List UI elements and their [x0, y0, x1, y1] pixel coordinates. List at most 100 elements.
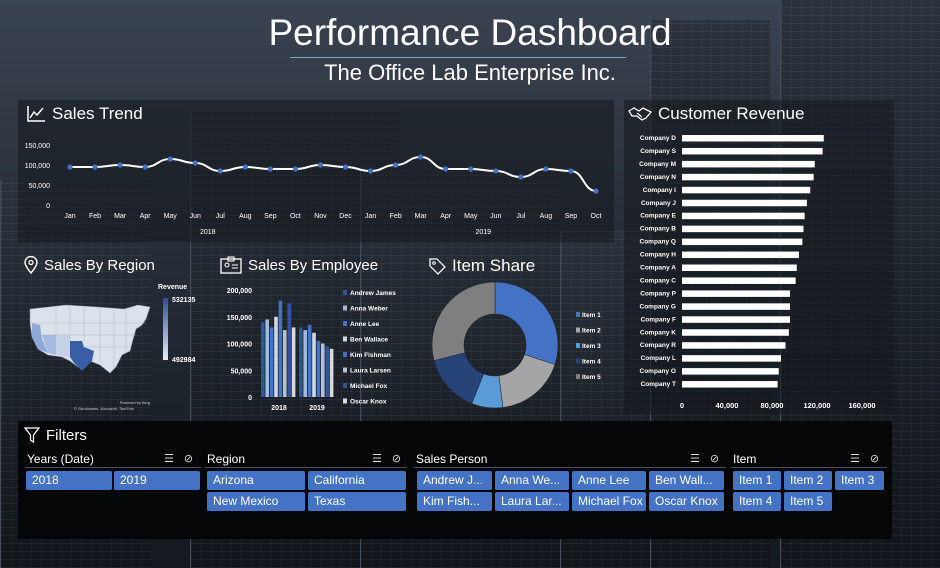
- region-option-california[interactable]: California: [308, 471, 406, 490]
- years-option-2019[interactable]: 2019: [114, 471, 200, 490]
- sales-trend-title: Sales Trend: [26, 104, 143, 124]
- legend-swatch: [343, 398, 347, 404]
- sales-by-region-title-label: Sales By Region: [44, 256, 155, 274]
- sales-person-option-laura[interactable]: Laura Lar...: [495, 492, 569, 511]
- donut-slice: [498, 354, 556, 408]
- region-option-new-mexico[interactable]: New Mexico: [207, 492, 305, 511]
- multi-select-icon[interactable]: ☰: [372, 452, 382, 465]
- legend-label: Oscar Knox: [350, 399, 387, 406]
- multi-select-icon[interactable]: ☰: [850, 452, 860, 465]
- employee-bar: [291, 327, 296, 397]
- item-share-title-label: Item Share: [452, 256, 536, 275]
- trend-point: [167, 156, 173, 162]
- region-map: [29, 304, 151, 374]
- revenue-bar: [682, 368, 779, 375]
- item-option-4[interactable]: Item 4: [733, 492, 781, 511]
- x-tick-label: Nov: [314, 213, 327, 220]
- multi-select-icon[interactable]: ☰: [164, 452, 174, 465]
- years-slicer-header: Years (Date): [27, 452, 94, 466]
- trend-line: [69, 155, 597, 192]
- x-tick-label: 2019: [309, 405, 325, 412]
- employee-bar: [265, 319, 269, 397]
- clear-filter-icon[interactable]: ⊘: [870, 452, 879, 465]
- employee-bar: [325, 346, 329, 397]
- title-divider: [290, 57, 626, 58]
- x-tick-label: Jul: [516, 213, 525, 220]
- revenue-bar: [682, 251, 799, 259]
- legend-label: Kim Fishman: [350, 352, 391, 359]
- sales-person-slicer-tools: ☰ ⊘: [690, 452, 719, 465]
- trend-point: [393, 162, 399, 168]
- revenue-bar: [682, 173, 814, 181]
- legend-label: Item 1: [582, 312, 601, 319]
- item-option-5[interactable]: Item 5: [784, 492, 832, 511]
- legend-label: Ben Wallace: [350, 337, 388, 344]
- legend-label: Item 5: [582, 374, 601, 381]
- region-legend-gradient: [163, 298, 168, 360]
- sales-person-option-ben[interactable]: Ben Wall...: [649, 471, 724, 490]
- category-label: Company H: [640, 252, 676, 259]
- trend-point: [468, 166, 474, 172]
- x-tick-label: Oct: [290, 213, 301, 220]
- sales-person-option-oscar[interactable]: Oscar Knox: [649, 492, 724, 511]
- x-tick-label: Feb: [89, 213, 101, 220]
- item-option-2[interactable]: Item 2: [784, 471, 832, 490]
- employee-bar: [316, 340, 321, 397]
- employee-bar: [261, 322, 265, 397]
- legend-swatch: [343, 367, 347, 373]
- id-badge-icon: [220, 256, 242, 274]
- item-share-chart: Item 1 Item 2 Item 3 Item 4 Item 5: [431, 281, 601, 409]
- map-credit-2: © GeoNames, Microsoft, TomTom: [74, 406, 134, 411]
- multi-select-icon[interactable]: ☰: [690, 452, 700, 465]
- category-label: Company F: [641, 316, 676, 323]
- x-tick-label: Mar: [415, 213, 428, 220]
- item-option-1[interactable]: Item 1: [733, 471, 781, 490]
- years-option-2018[interactable]: 2018: [26, 471, 112, 490]
- legend-swatch: [343, 305, 347, 311]
- trend-point: [443, 166, 449, 172]
- legend-label: Anne Lee: [350, 321, 380, 328]
- tag-icon: [429, 258, 446, 275]
- category-label: Company M: [639, 161, 676, 168]
- employee-bar: [321, 343, 325, 397]
- revenue-bar: [682, 264, 797, 271]
- sales-person-option-andrew[interactable]: Andrew J...: [417, 471, 492, 490]
- trend-point: [593, 188, 599, 194]
- sales-person-option-michael[interactable]: Michael Fox: [572, 492, 646, 511]
- sales-person-option-anne[interactable]: Anne Lee: [572, 471, 646, 490]
- category-label: Company B: [640, 226, 676, 233]
- category-label: Company P: [640, 290, 676, 297]
- region-option-texas[interactable]: Texas: [308, 492, 406, 511]
- legend-swatch: [576, 312, 580, 317]
- sales-trend-chart: 150,000 100,000 50,000 0 Jan Feb Mar Apr May Jun J…: [25, 143, 602, 236]
- item-option-3[interactable]: Item 3: [835, 471, 884, 490]
- x-tick-label: Aug: [540, 213, 553, 220]
- x-tick-label: 120,000: [803, 401, 830, 410]
- trend-point: [117, 162, 123, 168]
- category-label: Company J: [641, 200, 676, 207]
- customer-revenue-title: Customer Revenue: [628, 104, 804, 124]
- revenue-bar: [682, 199, 807, 207]
- region-legend-title: Revenue: [158, 284, 188, 291]
- trend-point: [568, 168, 574, 174]
- x-tick-label: Mar: [114, 213, 127, 220]
- trend-point: [142, 164, 148, 170]
- years-slicer-tools: ☰ ⊘: [164, 452, 193, 465]
- item-share-title: Item Share: [428, 256, 535, 276]
- legend-swatch: [343, 336, 347, 342]
- sales-person-option-kim[interactable]: Kim Fish...: [417, 492, 492, 511]
- legend-label: Anna Weber: [350, 306, 388, 313]
- sales-by-employee-chart: 200,000 150,000 100,000 50,000 0 2018 2019 Andr…: [227, 288, 397, 412]
- legend-swatch: [343, 321, 347, 326]
- clear-filter-icon[interactable]: ⊘: [710, 452, 719, 465]
- region-option-arizona[interactable]: Arizona: [207, 471, 305, 490]
- page-title: Performance Dashboard: [268, 12, 672, 53]
- category-label: Company N: [640, 174, 676, 181]
- clear-filter-icon[interactable]: ⊘: [184, 452, 193, 465]
- employee-bar: [287, 303, 291, 397]
- employee-bar: [307, 324, 312, 397]
- clear-filter-icon[interactable]: ⊘: [392, 452, 401, 465]
- sales-person-option-anna[interactable]: Anna We...: [495, 471, 569, 490]
- category-label: Company I: [643, 187, 676, 194]
- funnel-icon: [24, 427, 40, 444]
